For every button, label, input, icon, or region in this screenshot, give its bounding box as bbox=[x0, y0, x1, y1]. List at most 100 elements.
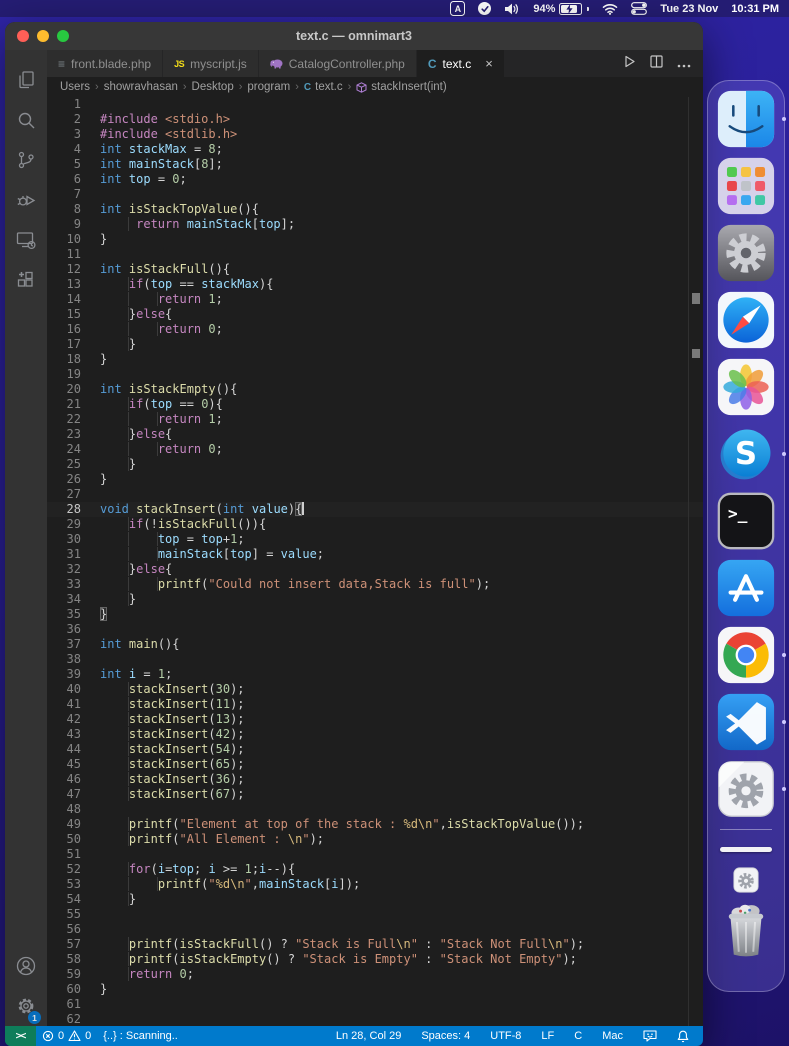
code-line[interactable]: 60} bbox=[47, 982, 703, 997]
code-line[interactable]: 26} bbox=[47, 472, 703, 487]
code-line[interactable]: 36 bbox=[47, 622, 703, 637]
line-number[interactable]: 47 bbox=[47, 787, 81, 802]
line-number[interactable]: 42 bbox=[47, 712, 81, 727]
code-line[interactable]: 29 if(!isStackFull()){ bbox=[47, 517, 703, 532]
code-line[interactable]: 8int isStackTopValue(){ bbox=[47, 202, 703, 217]
line-number[interactable]: 27 bbox=[47, 487, 81, 502]
line-number[interactable]: 18 bbox=[47, 352, 81, 367]
code-line[interactable]: 9 return mainStack[top]; bbox=[47, 217, 703, 232]
line-number[interactable]: 61 bbox=[47, 997, 81, 1012]
code-line[interactable]: 27 bbox=[47, 487, 703, 502]
code-line[interactable]: 23 }else{ bbox=[47, 427, 703, 442]
code-line[interactable]: 40 stackInsert(30); bbox=[47, 682, 703, 697]
code-line[interactable]: 14 return 1; bbox=[47, 292, 703, 307]
code-line[interactable]: 11 bbox=[47, 247, 703, 262]
code-line[interactable]: 45 stackInsert(65); bbox=[47, 757, 703, 772]
line-number[interactable]: 6 bbox=[47, 172, 81, 187]
line-number[interactable]: 22 bbox=[47, 412, 81, 427]
dock-chrome-icon[interactable] bbox=[717, 626, 775, 684]
code-line[interactable]: 24 return 0; bbox=[47, 442, 703, 457]
minimized-window[interactable] bbox=[720, 847, 772, 852]
line-number[interactable]: 2 bbox=[47, 112, 81, 127]
code-line[interactable]: 2#include <stdio.h> bbox=[47, 112, 703, 127]
code-line[interactable]: 13 if(top == stackMax){ bbox=[47, 277, 703, 292]
line-number[interactable]: 62 bbox=[47, 1012, 81, 1026]
code-line[interactable]: 52 for(i=top; i >= 1;i--){ bbox=[47, 862, 703, 877]
code-line[interactable]: 59 return 0; bbox=[47, 967, 703, 982]
line-number[interactable]: 15 bbox=[47, 307, 81, 322]
line-number[interactable]: 25 bbox=[47, 457, 81, 472]
line-number[interactable]: 40 bbox=[47, 682, 81, 697]
dock-system-preferences-icon[interactable] bbox=[717, 224, 775, 282]
line-number[interactable]: 41 bbox=[47, 697, 81, 712]
code-line[interactable]: 7 bbox=[47, 187, 703, 202]
code-line[interactable]: 17 } bbox=[47, 337, 703, 352]
encoding[interactable]: UTF-8 bbox=[484, 1030, 527, 1042]
code-line[interactable]: 34 } bbox=[47, 592, 703, 607]
code-line[interactable]: 30 top = top+1; bbox=[47, 532, 703, 547]
line-number[interactable]: 14 bbox=[47, 292, 81, 307]
line-number[interactable]: 30 bbox=[47, 532, 81, 547]
code-line[interactable]: 15 }else{ bbox=[47, 307, 703, 322]
line-number[interactable]: 33 bbox=[47, 577, 81, 592]
code-line[interactable]: 28void stackInsert(int value){ bbox=[47, 502, 703, 517]
line-number[interactable]: 28 bbox=[47, 502, 81, 517]
line-number[interactable]: 32 bbox=[47, 562, 81, 577]
code-line[interactable]: 55 bbox=[47, 907, 703, 922]
code-line[interactable]: 6int top = 0; bbox=[47, 172, 703, 187]
remote-indicator[interactable]: >< bbox=[5, 1026, 36, 1046]
volume-icon[interactable] bbox=[504, 3, 520, 15]
notifications-bell-icon[interactable] bbox=[671, 1030, 695, 1043]
more-actions-button[interactable] bbox=[677, 55, 691, 73]
code-line[interactable]: 1 bbox=[47, 97, 703, 112]
line-number[interactable]: 20 bbox=[47, 382, 81, 397]
line-number[interactable]: 50 bbox=[47, 832, 81, 847]
dock-gear-utility-icon[interactable] bbox=[717, 760, 775, 818]
code-line[interactable]: 50 printf("All Element : \n"); bbox=[47, 832, 703, 847]
dock-app-store-icon[interactable] bbox=[717, 559, 775, 617]
code-line[interactable]: 35} bbox=[47, 607, 703, 622]
code-line[interactable]: 54 } bbox=[47, 892, 703, 907]
line-number[interactable]: 44 bbox=[47, 742, 81, 757]
account-icon[interactable] bbox=[5, 946, 47, 986]
tab-catalogcontroller-php[interactable]: CatalogController.php bbox=[259, 50, 417, 77]
dock-vscode-icon[interactable] bbox=[717, 693, 775, 751]
line-number[interactable]: 12 bbox=[47, 262, 81, 277]
editor-scrollbar[interactable] bbox=[688, 97, 703, 1026]
code-line[interactable]: 41 stackInsert(11); bbox=[47, 697, 703, 712]
wifi-icon[interactable] bbox=[602, 3, 618, 15]
line-number[interactable]: 53 bbox=[47, 877, 81, 892]
breadcrumb-item-showravhasan[interactable]: showravhasan bbox=[104, 81, 178, 93]
line-number[interactable]: 54 bbox=[47, 892, 81, 907]
source-control-icon[interactable] bbox=[5, 140, 47, 180]
code-line[interactable]: 25 } bbox=[47, 457, 703, 472]
code-line[interactable]: 10} bbox=[47, 232, 703, 247]
line-number[interactable]: 60 bbox=[47, 982, 81, 997]
line-number[interactable]: 37 bbox=[47, 637, 81, 652]
line-number[interactable]: 9 bbox=[47, 217, 81, 232]
breadcrumb-item-users[interactable]: Users bbox=[60, 81, 90, 93]
line-number[interactable]: 49 bbox=[47, 817, 81, 832]
checkmark-icon[interactable] bbox=[478, 2, 491, 15]
line-number[interactable]: 35 bbox=[47, 607, 81, 622]
platform-indicator[interactable]: Mac bbox=[596, 1030, 629, 1042]
code-line[interactable]: 12int isStackFull(){ bbox=[47, 262, 703, 277]
breadcrumb-item-desktop[interactable]: Desktop bbox=[192, 81, 234, 93]
tab-text-c[interactable]: Ctext.c× bbox=[417, 50, 505, 77]
tab-front-blade-php[interactable]: ≡front.blade.php bbox=[47, 50, 163, 77]
line-number[interactable]: 5 bbox=[47, 157, 81, 172]
line-number[interactable]: 51 bbox=[47, 847, 81, 862]
code-line[interactable]: 43 stackInsert(42); bbox=[47, 727, 703, 742]
line-number[interactable]: 59 bbox=[47, 967, 81, 982]
line-number[interactable]: 38 bbox=[47, 652, 81, 667]
close-tab-icon[interactable]: × bbox=[485, 57, 493, 70]
line-number[interactable]: 29 bbox=[47, 517, 81, 532]
dock-photos-icon[interactable] bbox=[717, 358, 775, 416]
line-number[interactable]: 17 bbox=[47, 337, 81, 352]
code-line[interactable]: 38 bbox=[47, 652, 703, 667]
code-line[interactable]: 61 bbox=[47, 997, 703, 1012]
scanning-status[interactable]: {..} : Scanning.. bbox=[97, 1030, 184, 1042]
line-number[interactable]: 56 bbox=[47, 922, 81, 937]
code-line[interactable]: 31 mainStack[top] = value; bbox=[47, 547, 703, 562]
line-number[interactable]: 36 bbox=[47, 622, 81, 637]
